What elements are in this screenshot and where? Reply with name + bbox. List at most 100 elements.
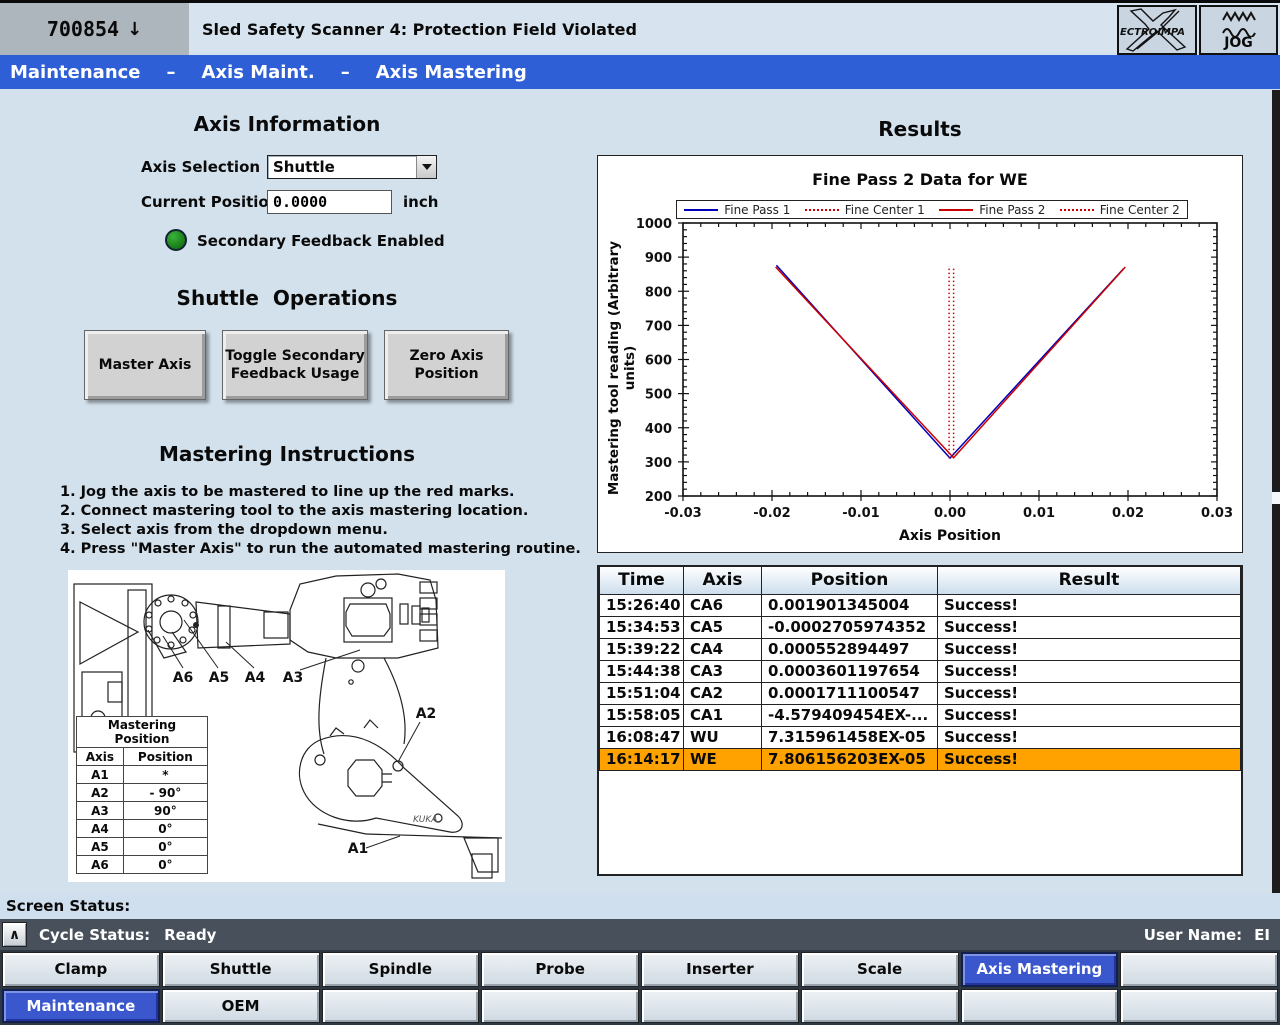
axis-selection-label: Axis Selection bbox=[141, 158, 260, 176]
mastering-row: A390° bbox=[77, 802, 208, 820]
svg-text:0.00: 0.00 bbox=[934, 506, 966, 521]
svg-text:900: 900 bbox=[645, 251, 672, 266]
table-cell: CA1 bbox=[684, 704, 762, 726]
mastering-table-body: A1*A2- 90°A390°A40°A50°A60° bbox=[77, 766, 208, 874]
op-button-master-axis[interactable]: Master Axis bbox=[84, 330, 206, 400]
table-cell: 0.0003601197654 bbox=[762, 660, 938, 682]
nav-button-empty[interactable] bbox=[481, 989, 639, 1024]
results-col-position: Position bbox=[762, 567, 938, 594]
table-cell: 0° bbox=[123, 838, 207, 856]
breadcrumb: Maintenance – Axis Maint. – Axis Masteri… bbox=[0, 55, 1280, 89]
table-cell: 0° bbox=[123, 820, 207, 838]
cycle-status-label: Cycle Status: bbox=[39, 926, 150, 944]
result-row[interactable]: 15:39:22CA40.000552894497Success! bbox=[600, 638, 1241, 660]
table-cell: Success! bbox=[938, 704, 1241, 726]
table-cell: A6 bbox=[77, 856, 124, 874]
nav-button-inserter[interactable]: Inserter bbox=[641, 952, 799, 987]
bottom-navigation: ClampShuttleSpindleProbeInserterScaleAxi… bbox=[0, 950, 1280, 1025]
hmi-screen: 700854 ↓ Sled Safety Scanner 4: Protecti… bbox=[0, 0, 1280, 1025]
table-cell: Success! bbox=[938, 726, 1241, 748]
results-title: Results bbox=[597, 117, 1243, 141]
secondary-feedback-led bbox=[165, 229, 187, 251]
table-cell: Success! bbox=[938, 682, 1241, 704]
table-cell: 0.0001711100547 bbox=[762, 682, 938, 704]
alarm-number-dropdown[interactable]: 700854 ↓ bbox=[0, 3, 189, 55]
table-cell: CA4 bbox=[684, 638, 762, 660]
svg-text:0.02: 0.02 bbox=[1112, 506, 1144, 521]
result-row[interactable]: 16:14:17WE7.806156203EX-05Success! bbox=[600, 748, 1241, 770]
nav-button-maintenance[interactable]: Maintenance bbox=[2, 989, 160, 1024]
table-cell: CA6 bbox=[684, 594, 762, 616]
results-chart: Fine Pass 2 Data for WE Fine Pass 1Fine … bbox=[597, 155, 1243, 553]
instruction-step: 4. Press "Master Axis" to run the automa… bbox=[60, 540, 581, 559]
svg-text:0.01: 0.01 bbox=[1023, 506, 1055, 521]
svg-text:600: 600 bbox=[645, 354, 672, 369]
screen-status-label: Screen Status: bbox=[6, 897, 130, 915]
nav-button-empty[interactable] bbox=[641, 989, 799, 1024]
result-row[interactable]: 15:51:04CA20.0001711100547Success! bbox=[600, 682, 1241, 704]
breadcrumb-separator: – bbox=[341, 62, 350, 83]
nav-button-empty[interactable] bbox=[961, 989, 1119, 1024]
nav-button-spindle[interactable]: Spindle bbox=[322, 952, 480, 987]
table-cell: 15:44:38 bbox=[600, 660, 684, 682]
nav-button-shuttle[interactable]: Shuttle bbox=[162, 952, 320, 987]
right-scroll-strip bbox=[1272, 90, 1280, 893]
table-cell: Success! bbox=[938, 660, 1241, 682]
breadcrumb-separator: – bbox=[167, 62, 176, 83]
chevron-down-icon[interactable] bbox=[416, 156, 436, 178]
svg-text:-0.03: -0.03 bbox=[664, 506, 701, 521]
mastering-col-axis: Axis bbox=[77, 748, 124, 766]
breadcrumb-axis-mastering[interactable]: Axis Mastering bbox=[376, 62, 527, 83]
expand-status-button[interactable]: ∧ bbox=[2, 922, 27, 947]
nav-button-oem[interactable]: OEM bbox=[162, 989, 320, 1024]
nav-button-probe[interactable]: Probe bbox=[481, 952, 639, 987]
axis-selection-dropdown[interactable]: Shuttle bbox=[267, 155, 437, 179]
nav-button-empty[interactable] bbox=[1120, 989, 1278, 1024]
table-cell: CA3 bbox=[684, 660, 762, 682]
nav-button-clamp[interactable]: Clamp bbox=[2, 952, 160, 987]
current-position-label: Current Position bbox=[141, 193, 279, 211]
screen-status-bar: Screen Status: bbox=[0, 893, 1280, 919]
results-col-result: Result bbox=[938, 567, 1241, 594]
axis-information-title: Axis Information bbox=[67, 112, 507, 136]
nav-button-scale[interactable]: Scale bbox=[801, 952, 959, 987]
svg-text:200: 200 bbox=[645, 490, 672, 505]
mastering-instructions-title: Mastering Instructions bbox=[67, 442, 507, 466]
svg-text:300: 300 bbox=[645, 456, 672, 471]
result-row[interactable]: 15:44:38CA30.0003601197654Success! bbox=[600, 660, 1241, 682]
table-cell: 15:51:04 bbox=[600, 682, 684, 704]
table-cell: Success! bbox=[938, 748, 1241, 770]
op-button-toggle-secondary-feedback-usage[interactable]: Toggle Secondary Feedback Usage bbox=[222, 330, 368, 400]
result-row[interactable]: 15:26:40CA60.001901345004Success! bbox=[600, 594, 1241, 616]
mastering-table-title: Mastering Position bbox=[77, 717, 208, 748]
table-cell: A1 bbox=[77, 766, 124, 784]
result-row[interactable]: 16:08:47WU7.315961458EX-05Success! bbox=[600, 726, 1241, 748]
svg-text:1000: 1000 bbox=[636, 217, 672, 232]
svg-text:500: 500 bbox=[645, 388, 672, 403]
table-cell: 0.000552894497 bbox=[762, 638, 938, 660]
shuttle-operations-title: Shuttle Operations bbox=[67, 286, 507, 310]
breadcrumb-maintenance[interactable]: Maintenance bbox=[10, 62, 141, 83]
jog-key[interactable]: JOG bbox=[1199, 5, 1278, 55]
jog-wave-icon bbox=[1222, 11, 1256, 37]
table-cell: 16:08:47 bbox=[600, 726, 684, 748]
table-cell: A4 bbox=[77, 820, 124, 838]
op-button-zero-axis-position[interactable]: Zero Axis Position bbox=[384, 330, 509, 400]
table-cell: Success! bbox=[938, 638, 1241, 660]
results-col-axis: Axis bbox=[684, 567, 762, 594]
robot-brand-text: KUKA bbox=[413, 815, 437, 825]
scroll-handle[interactable] bbox=[1272, 492, 1280, 504]
current-position-field[interactable] bbox=[267, 190, 392, 214]
chart-y-axis-title: Mastering tool reading (Arbitrary units) bbox=[606, 232, 638, 504]
nav-button-empty[interactable] bbox=[1120, 952, 1278, 987]
nav-button-axis-mastering[interactable]: Axis Mastering bbox=[961, 952, 1119, 987]
top-alarm-bar: 700854 ↓ Sled Safety Scanner 4: Protecti… bbox=[0, 0, 1280, 52]
breadcrumb-axis-maint[interactable]: Axis Maint. bbox=[202, 62, 315, 83]
alarm-dropdown-arrow-icon: ↓ bbox=[127, 19, 142, 40]
result-row[interactable]: 15:58:05CA1-4.579409454EX-...Success! bbox=[600, 704, 1241, 726]
svg-text:800: 800 bbox=[645, 285, 672, 300]
nav-button-empty[interactable] bbox=[322, 989, 480, 1024]
svg-text:ECTROIMPA: ECTROIMPA bbox=[1120, 27, 1185, 38]
nav-button-empty[interactable] bbox=[801, 989, 959, 1024]
result-row[interactable]: 15:34:53CA5-0.0002705974352Success! bbox=[600, 616, 1241, 638]
